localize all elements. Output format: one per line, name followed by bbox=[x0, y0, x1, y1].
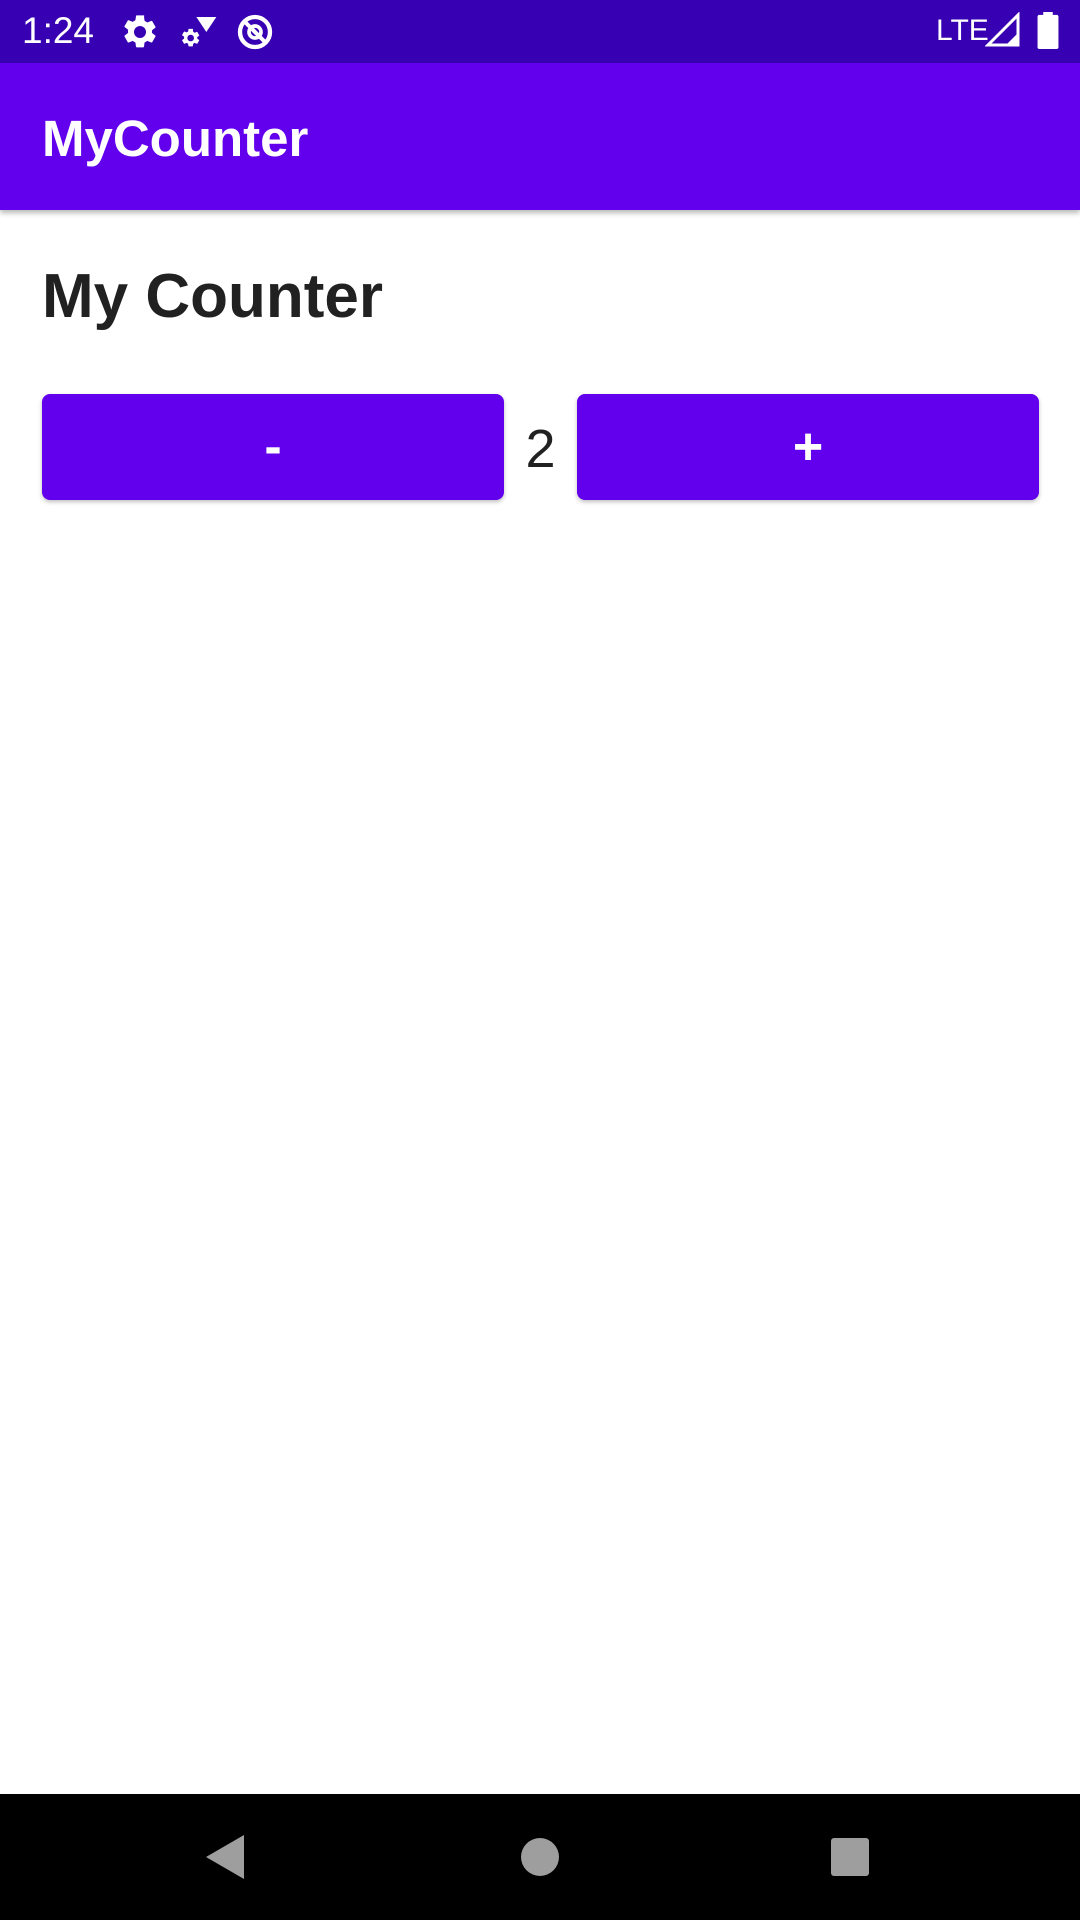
network-type: LTE bbox=[936, 14, 989, 47]
settings-icon bbox=[120, 12, 160, 52]
no-disturb-icon bbox=[235, 12, 275, 52]
decrement-button[interactable]: - bbox=[42, 394, 504, 500]
counter-value: 2 bbox=[525, 419, 556, 479]
status-time: 1:24 bbox=[22, 10, 95, 51]
app-title: MyCounter bbox=[42, 110, 309, 167]
app-bar: MyCounter bbox=[0, 63, 1080, 210]
gear-wifi-icon bbox=[178, 12, 218, 52]
status-bar: 1:24 LTE bbox=[0, 0, 1080, 63]
recents-icon[interactable] bbox=[814, 1821, 886, 1893]
battery-icon bbox=[1036, 12, 1060, 52]
signal-icon bbox=[984, 11, 1025, 52]
increment-button[interactable]: + bbox=[577, 394, 1039, 500]
page-heading: My Counter bbox=[42, 262, 383, 331]
home-icon[interactable] bbox=[504, 1821, 576, 1893]
back-icon[interactable] bbox=[190, 1821, 262, 1893]
navigation-bar bbox=[0, 1794, 1080, 1920]
